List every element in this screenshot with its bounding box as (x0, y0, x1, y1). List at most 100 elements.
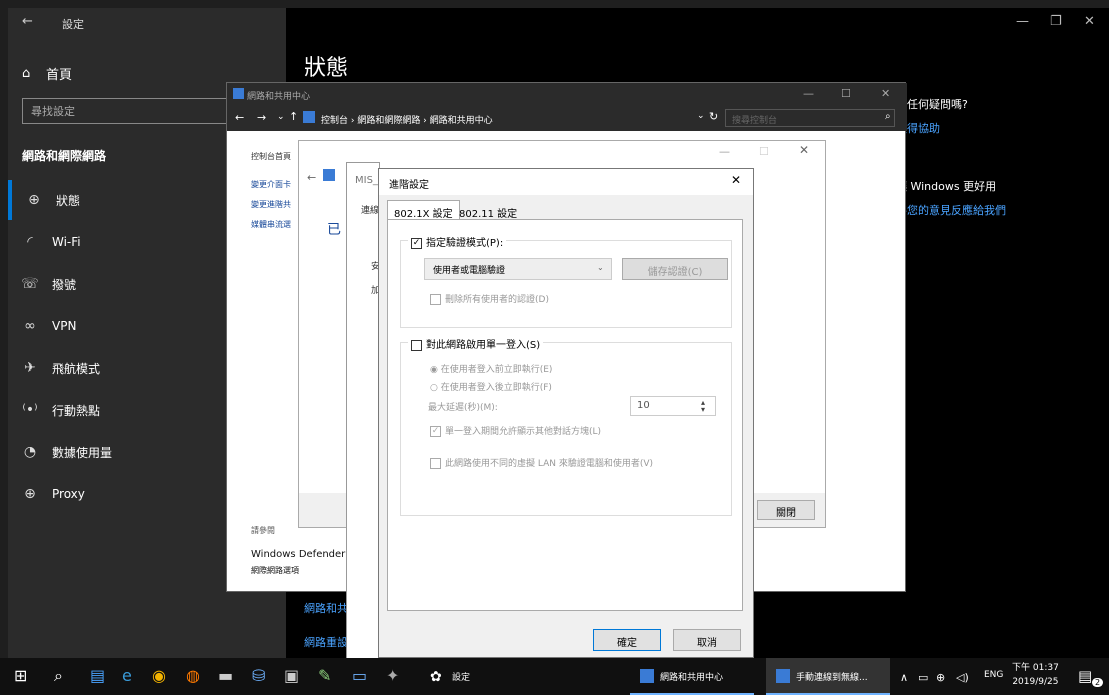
media-link[interactable]: 媒體串流選 (251, 219, 291, 230)
tab-connection[interactable]: 連線 (361, 203, 379, 216)
tool-icon[interactable]: ✎ (318, 666, 331, 686)
adv-titlebar: 進階設定 ✕ (379, 169, 753, 195)
task-view-icon[interactable]: ▤ (90, 666, 105, 686)
checkbox-checked-icon: ✓ (430, 426, 441, 437)
edge-icon[interactable]: e (122, 666, 132, 686)
clock[interactable]: 下午 01:37 2019/9/25 (1012, 661, 1059, 689)
clock-date: 2019/9/25 (1012, 677, 1059, 687)
globe-icon: ⊕ (28, 192, 40, 208)
breadcrumb[interactable]: 控制台 › 網路和網際網路 › 網路和共用中心 (321, 113, 493, 126)
spinner-arrows-icon[interactable]: ▴ ▾ (701, 399, 705, 414)
firefox-icon[interactable]: ◍ (186, 666, 200, 686)
after-logon-radio[interactable]: ○ 在使用者登入後立即執行(F) (430, 380, 552, 393)
up-arrow-icon[interactable]: ↑ (289, 110, 298, 123)
taskbar-settings[interactable]: ✿ 設定 (416, 658, 526, 695)
refresh-icon[interactable]: ↻ (709, 110, 718, 123)
taskbar-ncpa[interactable]: 網路和共用中心 (630, 658, 754, 695)
checkbox-icon (430, 294, 441, 305)
close-icon[interactable]: ✕ (799, 143, 809, 157)
nav-home[interactable]: ⌂ 首頁 (22, 64, 72, 83)
gear-icon: ✿ (430, 669, 442, 685)
dialup-icon: ☏ (21, 276, 39, 292)
radio-icon: ○ (430, 383, 441, 393)
nav-label: 數據使用量 (52, 445, 113, 460)
delete-creds-checkbox[interactable]: 刪除所有使用者的認證(D) (430, 292, 549, 305)
forward-arrow-icon[interactable]: → (257, 111, 266, 124)
notification-icon[interactable]: ▤ (1078, 666, 1092, 686)
close-icon[interactable]: ✕ (881, 87, 890, 100)
cancel-button[interactable]: 取消 (673, 629, 741, 651)
close-icon[interactable]: ✕ (731, 173, 741, 187)
chevron-down-icon[interactable]: ⌄ (697, 111, 705, 121)
sso-checkbox[interactable]: 對此網路啟用單一登入(S) (408, 336, 544, 351)
save-app-icon[interactable]: ▣ (284, 666, 299, 686)
adapter-link[interactable]: 變更介面卡 (251, 179, 291, 190)
nav-label: 狀態 (56, 193, 81, 208)
maximize-icon[interactable]: ☐ (841, 87, 851, 100)
cp-home-link[interactable]: 控制台首頁 (251, 151, 291, 162)
allow-dialogs-checkbox[interactable]: ✓ 單一登入期間允許顯示其他對話方塊(L) (430, 424, 601, 437)
network-icon (776, 669, 790, 683)
tab-8021x[interactable]: 802.1X 設定 (387, 200, 460, 220)
allow-dialogs-label: 單一登入期間允許顯示其他對話方塊(L) (445, 427, 602, 437)
search-icon[interactable]: ⌕ (885, 111, 891, 122)
monitor-icon[interactable]: ▭ (352, 666, 367, 686)
nav-label: 飛航模式 (52, 361, 101, 376)
auth-mode-select[interactable]: 使用者或電腦驗證 ⌄ (424, 258, 612, 280)
auth-group (400, 240, 732, 328)
ok-button[interactable]: 確定 (593, 629, 661, 651)
battery-icon[interactable]: ▭ (918, 668, 928, 688)
wireless-properties-dialog: MIS_ 連線 安 加 (346, 162, 380, 692)
language-indicator[interactable]: ENG (984, 670, 1003, 680)
better-heading: 讓 Windows 更好用 (896, 180, 997, 193)
feedback-link[interactable]: 將您的意見反應給我們 (896, 202, 1006, 218)
advanced-sharing-link[interactable]: 變更進階共 (251, 199, 291, 210)
control-panel-icon (303, 111, 315, 123)
back-arrow-icon[interactable]: ← (307, 171, 316, 184)
network-tray-icon[interactable]: ⊕ (936, 668, 945, 688)
separate-vlan-checkbox[interactable]: 此網路使用不同的虛擬 LAN 來驗證電腦和使用者(V) (430, 456, 653, 469)
max-delay-spinner[interactable]: 10 ▴ ▾ (630, 396, 716, 416)
terminal-icon[interactable]: ▬ (218, 666, 233, 686)
ncpa-search-input[interactable]: 搜尋控制台 (725, 109, 895, 127)
tools-icon[interactable]: ✦ (386, 666, 399, 686)
auth-mode-checkbox[interactable]: ✓ 指定驗證模式(P): (408, 234, 507, 249)
sso-label: 對此網路啟用單一登入(S) (426, 340, 541, 351)
minimize-icon[interactable]: — (803, 87, 814, 100)
minimize-icon[interactable]: — (719, 145, 730, 158)
checkbox-checked-icon: ✓ (411, 237, 422, 249)
chevron-down-icon[interactable]: ⌄ (277, 112, 285, 122)
before-logon-label: 在使用者登入前立即執行(E) (440, 365, 553, 375)
separate-vlan-label: 此網路使用不同的虛擬 LAN 來驗證電腦和使用者(V) (445, 459, 654, 469)
defender-link[interactable]: Windows Defender 防 (251, 545, 358, 560)
close-icon[interactable]: ✕ (1084, 14, 1095, 29)
restore-icon[interactable]: ❐ (1050, 14, 1062, 29)
ncpa-titlebar: 網路和共用中心 — ☐ ✕ (227, 83, 907, 105)
settings-search-input[interactable]: 尋找設定 (22, 98, 256, 124)
chevron-up-icon[interactable]: ∧ (900, 668, 908, 688)
settings-titlebar: ← 設定 — ❐ ✕ (8, 8, 1109, 40)
volume-icon[interactable]: ◁) (956, 668, 969, 688)
settings-title: 設定 (62, 18, 84, 31)
chrome-icon[interactable]: ◉ (152, 666, 166, 686)
back-arrow-icon[interactable]: ← (22, 14, 33, 29)
tab-panel: ✓ 指定驗證模式(P): 使用者或電腦驗證 ⌄ 儲存認證(C) 刪除所有使用者的認… (387, 219, 743, 611)
minimize-icon[interactable]: — (1016, 14, 1029, 29)
inet-options-link[interactable]: 網際網路選項 (251, 565, 299, 576)
save-creds-button[interactable]: 儲存認證(C) (622, 258, 728, 280)
before-logon-radio[interactable]: ◉ 在使用者登入前立即執行(E) (430, 362, 552, 375)
adv-title: 進階設定 (389, 180, 429, 191)
nav-label: Wi-Fi (52, 235, 81, 249)
start-icon[interactable]: ⊞ (14, 666, 27, 686)
vpn-icon: ∞ (24, 318, 36, 334)
reset-link[interactable]: 網路重設 (304, 634, 348, 650)
max-delay-value: 10 (637, 400, 650, 411)
network-app-icon[interactable]: ⛁ (252, 666, 265, 686)
address-bar: ← → ⌄ ↑ 控制台 › 網路和網際網路 › 網路和共用中心 ⌄ ↻ 搜尋控制… (227, 105, 907, 131)
search-icon[interactable]: ⌕ (54, 666, 63, 686)
taskbar-manual-connect[interactable]: 手動連線到無線... (766, 658, 890, 695)
back-arrow-icon[interactable]: ← (235, 111, 244, 124)
maximize-icon[interactable]: ☐ (759, 145, 769, 158)
close-button[interactable]: 關閉 (757, 500, 815, 520)
taskbar-label: 網路和共用中心 (660, 673, 724, 683)
